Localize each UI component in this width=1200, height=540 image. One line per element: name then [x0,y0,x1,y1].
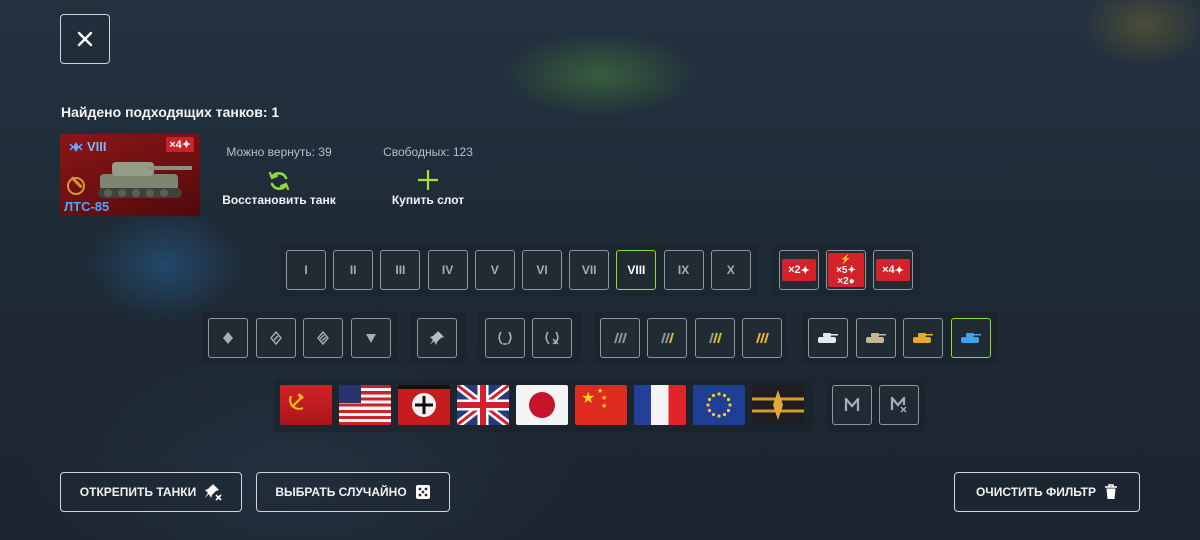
star-icon: ★ [581,390,596,407]
mode-filter-button[interactable] [832,385,872,425]
hammer-sickle-icon [289,393,304,410]
flag-uk[interactable] [457,385,509,425]
medium-tank-icon [270,331,282,345]
star-icon: ✦ [894,264,904,277]
star-icon: ✦ [847,264,856,276]
standard-tank-filter-button[interactable] [808,318,848,358]
flag-china[interactable]: ★ ★ ★ ★ [575,385,627,425]
multiplier-x2-badge: ×2 ✦ [782,259,816,281]
star-icon: ✦ [800,264,810,277]
tank-tier: VIII [68,139,107,154]
multiplier-combo-button[interactable]: ⚡ ×5✦ ×2● [826,250,866,290]
tier-10-button[interactable]: X [710,250,751,290]
tank-white-icon [818,333,838,343]
restore-count: Можно вернуть: 39 [226,145,332,159]
plus-icon [418,170,438,190]
flag-usa[interactable] [339,385,391,425]
flag-other[interactable] [752,385,804,425]
tier-2-button[interactable]: II [333,250,374,290]
rank-4-filter-button[interactable] [742,318,782,358]
heavy-tank-icon [317,331,329,345]
rank-1-filter-button[interactable] [600,318,640,358]
close-button[interactable] [60,14,110,64]
random-pick-button[interactable]: ВЫБРАТЬ СЛУЧАЙНО [256,472,450,512]
tank-destroyer-icon [366,334,376,343]
tank-class-icon [69,141,83,152]
trash-icon [1105,484,1118,499]
flag-europe[interactable] [693,385,745,425]
tier-8-button[interactable]: VIII [616,250,657,290]
light-tank-filter-button[interactable] [208,318,248,358]
tank-blue-icon [961,333,981,343]
multiplier-x2-button[interactable]: ×2 ✦ [779,250,819,290]
rank-3-filter-button[interactable] [695,318,735,358]
laurel-icon [498,331,512,345]
clear-filter-label: ОЧИСТИТЬ ФИЛЬТР [975,485,1097,499]
tank-tan-icon [866,333,886,343]
restore-icon [268,171,290,191]
random-pick-label: ВЫБРАТЬ СЛУЧАЙНО [275,485,407,499]
sun-icon [529,392,555,418]
tier-9-button[interactable]: IX [663,250,704,290]
gold-tank-filter-button[interactable] [903,318,943,358]
rank-2-filter-button[interactable] [647,318,687,358]
tier-4-button[interactable]: IV [427,250,468,290]
td-filter-button[interactable] [351,318,391,358]
premium-tank-filter-button[interactable] [856,318,896,358]
stars-icon [339,385,361,403]
tier-5-button[interactable]: V [474,250,515,290]
iron-cross-icon [415,396,433,414]
rank-stripes-one-gold-icon [661,332,674,344]
union-jack-icon [457,385,509,425]
medium-tank-filter-button[interactable] [256,318,296,358]
rank-stripes-gold-icon [756,332,769,344]
blue-tank-filter-button[interactable] [951,318,991,358]
laurel-cross-icon [545,331,559,345]
unpin-tanks-button[interactable]: ОТКРЕПИТЬ ТАНКИ [60,472,242,512]
mode-exclude-filter-button[interactable] [879,385,919,425]
tier-3-button[interactable]: III [380,250,421,290]
unpin-tanks-label: ОТКРЕПИТЬ ТАНКИ [79,485,197,499]
heavy-tank-filter-button[interactable] [303,318,343,358]
close-icon [77,31,93,47]
multiplier-x4-button[interactable]: ×4 ✦ [873,250,913,290]
tier-6-button[interactable]: VI [522,250,562,290]
coin-icon: ● [848,275,855,287]
buy-slot-button[interactable]: Свободных: 123 Купить слот [368,145,488,220]
light-tank-icon [223,332,233,344]
tank-multiplier-badge: ×4✦ [166,137,194,152]
pin-icon [430,331,444,345]
flag-japan[interactable] [516,385,568,425]
tier-1-button[interactable]: I [286,250,326,290]
other-nations-emblem-icon [752,390,804,420]
collectible-filter-button[interactable] [485,318,525,358]
rank-stripes-gray-icon [614,332,627,344]
star-icon: ✦ [181,139,191,151]
flag-ussr[interactable] [280,385,332,425]
clear-filter-button[interactable]: ОЧИСТИТЬ ФИЛЬТР [954,472,1140,512]
pinned-filter-button[interactable] [417,318,457,358]
results-count: Найдено подходящих танков: 1 [61,104,280,120]
dice-icon [415,485,430,499]
restore-label: Восстановить танк [222,193,336,207]
multiplier-combo-badge: ⚡ ×5✦ ×2● [828,253,864,287]
tank-name: ЛТС-85 [64,199,110,214]
unpin-icon [205,484,222,501]
mode-m-cross-icon [890,397,907,413]
multiplier-x4-badge: ×4 ✦ [876,259,910,281]
flag-france[interactable] [634,385,686,425]
free-slots-count: Свободных: 123 [383,145,473,159]
tier-7-button[interactable]: VII [569,250,610,290]
flag-germany[interactable] [398,385,450,425]
buy-slot-label: Купить слот [391,193,465,207]
restore-tank-button[interactable]: Можно вернуть: 39 Восстановить танк [214,145,344,220]
mode-m-icon [844,398,860,411]
tank-card[interactable]: VIII ×4✦ ЛТС-85 [60,134,200,216]
bolt-icon: ⚡ [840,253,852,264]
eu-stars-icon [706,392,732,418]
rank-stripes-two-gold-icon [709,332,722,344]
non-collectible-filter-button[interactable] [532,318,572,358]
tank-gold-icon [913,333,933,343]
